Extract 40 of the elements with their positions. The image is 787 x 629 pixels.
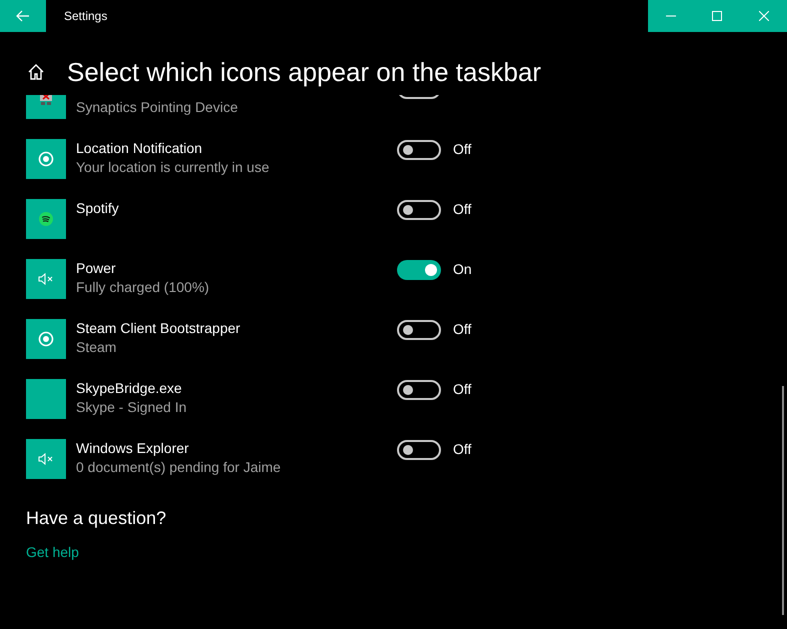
window-title: Settings xyxy=(64,8,108,25)
scrollbar[interactable] xyxy=(782,386,784,615)
back-arrow-icon xyxy=(16,10,30,22)
get-help-link[interactable]: Get help xyxy=(26,542,79,563)
page-title: Select which icons appear on the taskbar xyxy=(67,58,542,84)
app-status: Synaptics Pointing Device xyxy=(76,98,239,117)
muted-speaker-icon xyxy=(38,273,54,285)
toggle-switch[interactable] xyxy=(397,200,441,220)
help-heading: Have a question? xyxy=(26,507,168,530)
app-status: Skype - Signed In xyxy=(76,398,188,417)
app-status: Steam xyxy=(76,338,118,357)
close-icon xyxy=(758,11,769,21)
app-name: Location Notification xyxy=(76,139,204,158)
app-status: Your location is currently in use xyxy=(76,158,270,177)
maximize-icon xyxy=(712,11,722,21)
app-status: 0 document(s) pending for Jaime xyxy=(76,458,282,477)
toggle-switch[interactable] xyxy=(397,260,441,280)
app-name: SkypeBridge.exe xyxy=(76,379,183,398)
toggle-state-label: Off xyxy=(453,200,472,219)
spotify-icon xyxy=(39,212,53,226)
toggle-switch[interactable] xyxy=(397,320,441,340)
toggle-state-label: Off xyxy=(453,440,472,459)
toggle-switch[interactable] xyxy=(397,140,441,160)
app-status: Fully charged (100%) xyxy=(76,278,210,297)
radio-dot-icon xyxy=(38,331,54,347)
device-icon xyxy=(39,95,53,105)
app-tile xyxy=(26,379,66,419)
toggle-state-label: On xyxy=(453,260,472,279)
muted-speaker-icon xyxy=(38,453,54,465)
toggle-state-label: Off xyxy=(453,140,472,159)
home-icon[interactable] xyxy=(27,62,45,80)
radio-dot-icon xyxy=(38,151,54,167)
app-name: Spotify xyxy=(76,199,120,218)
app-name: Power xyxy=(76,259,117,278)
toggle-state-label: Off xyxy=(453,380,472,399)
toggle-switch[interactable] xyxy=(397,440,441,460)
app-name: Steam Client Bootstrapper xyxy=(76,319,242,338)
toggle-state-label: Off xyxy=(453,320,472,339)
toggle-switch[interactable] xyxy=(397,380,441,400)
app-name: Windows Explorer xyxy=(76,439,190,458)
